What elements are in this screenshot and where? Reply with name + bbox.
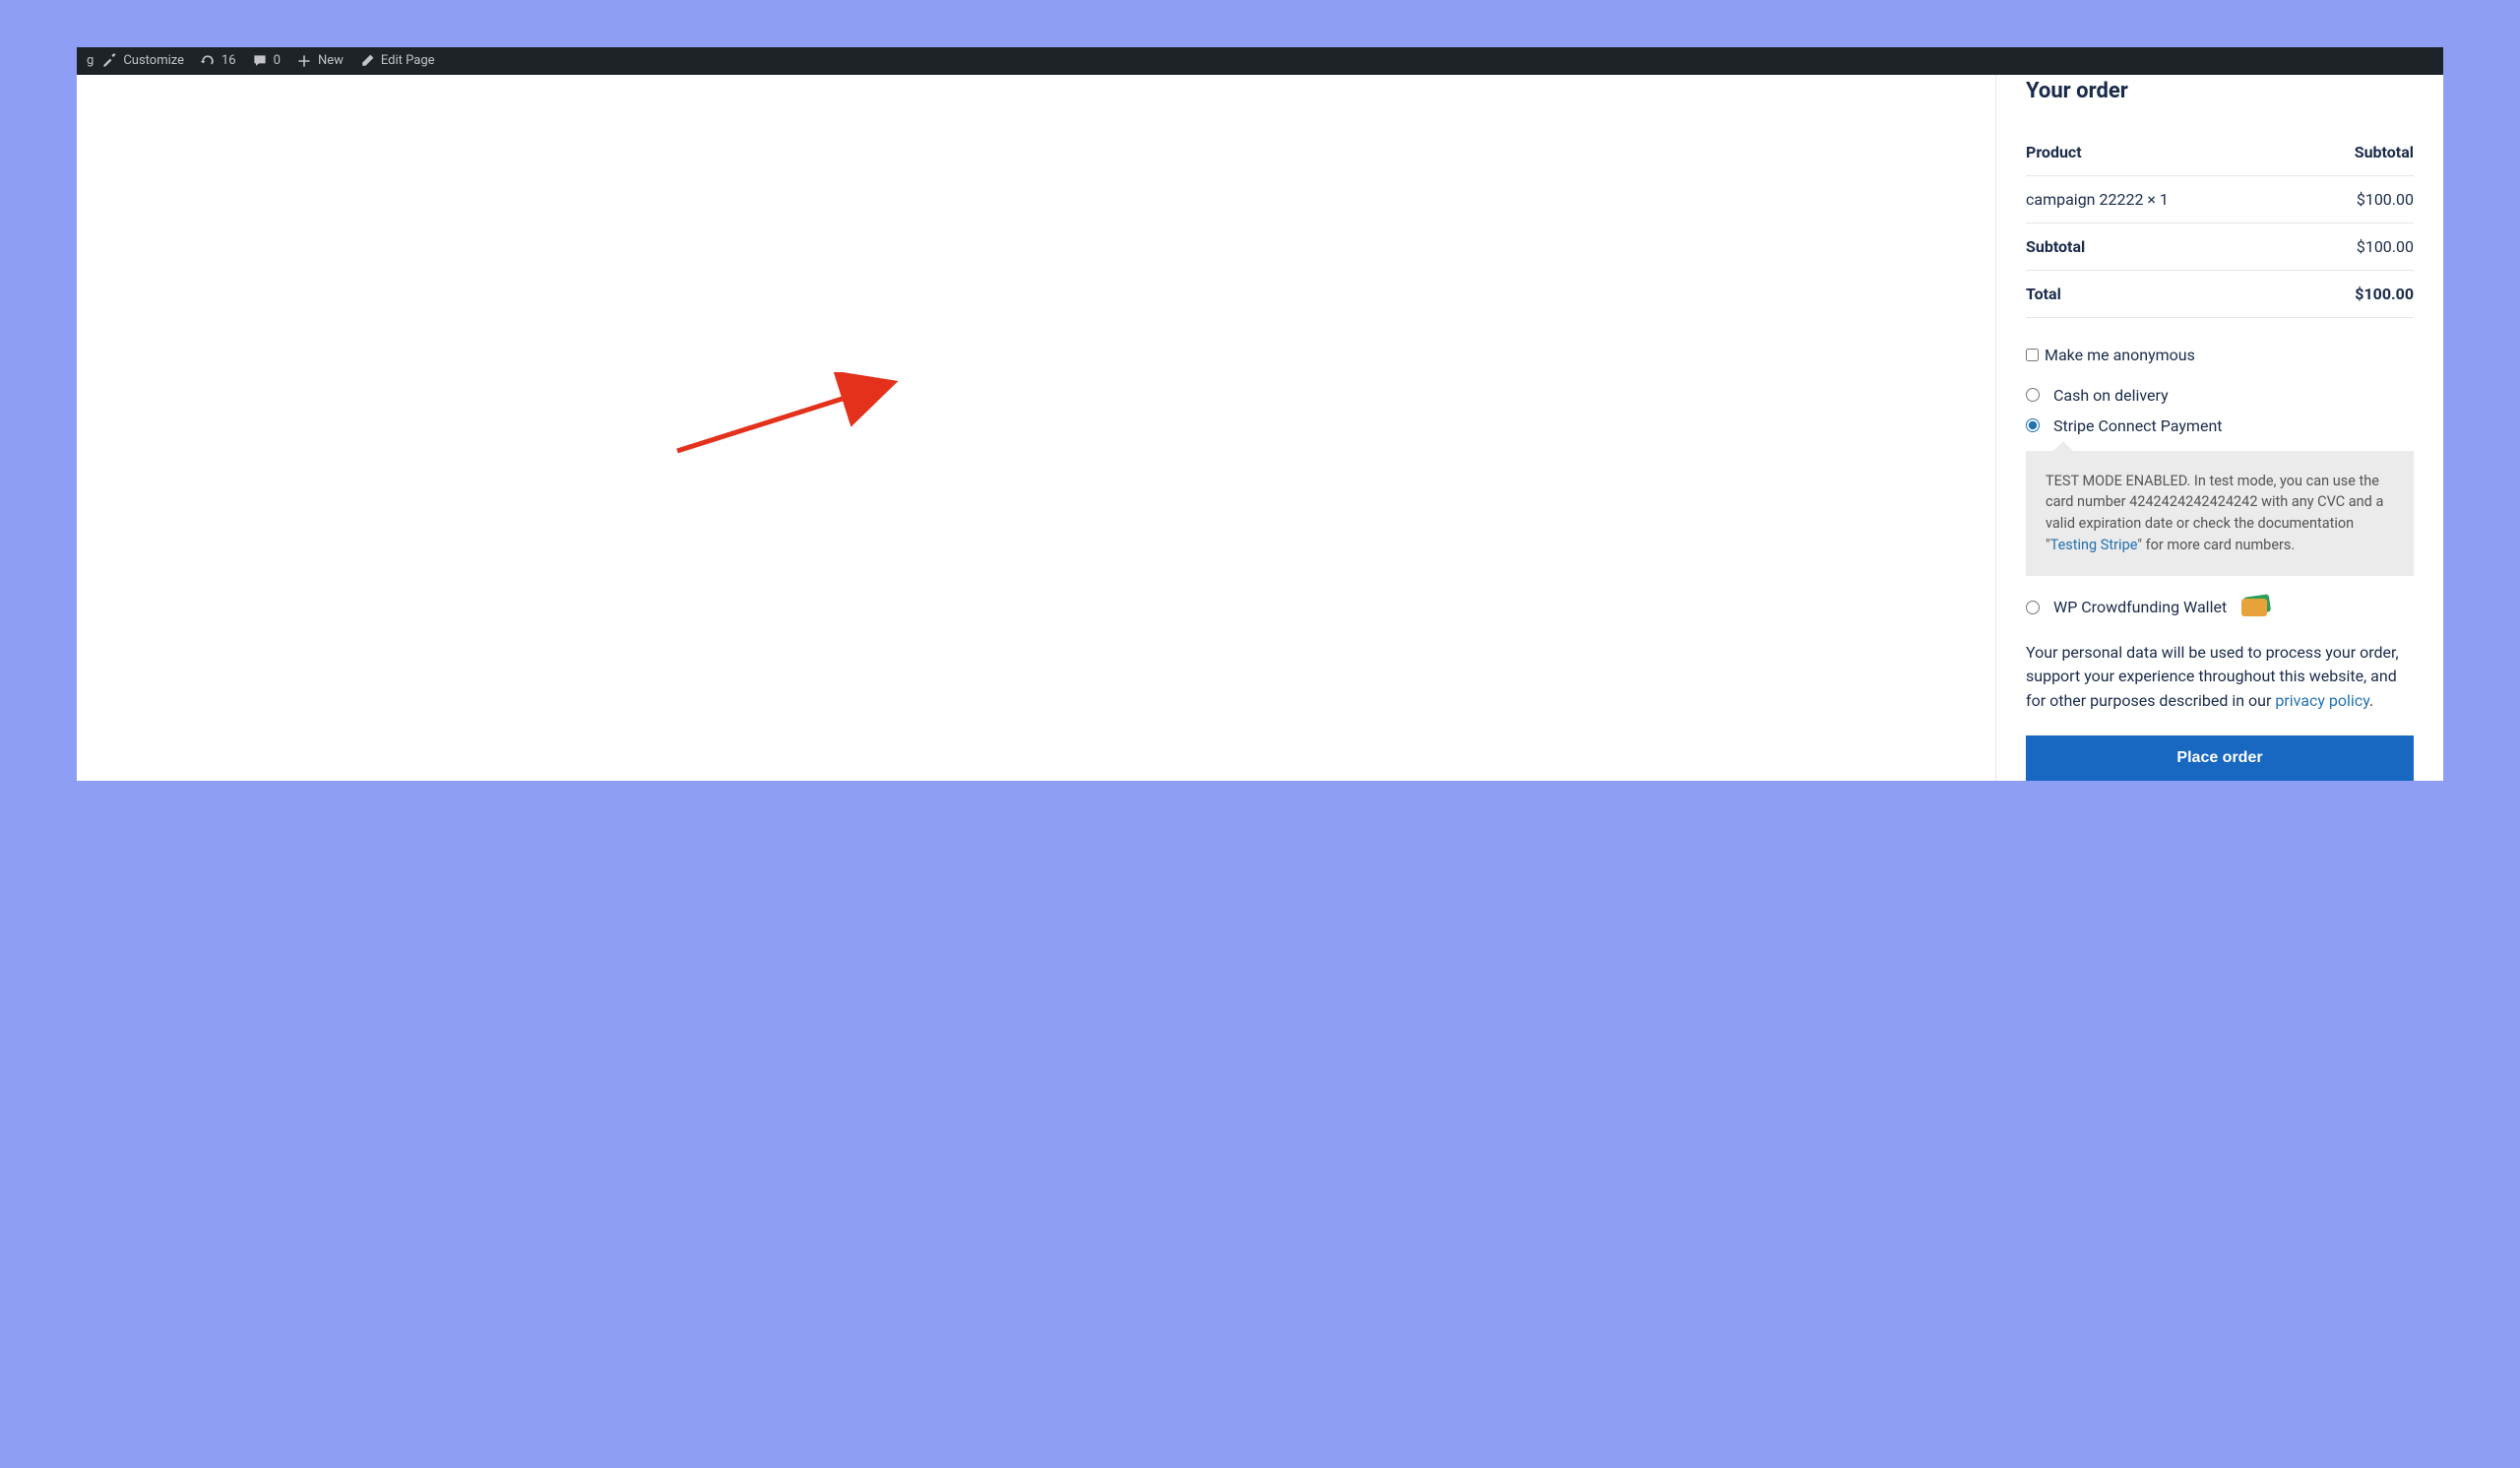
refresh-button[interactable]: 16: [192, 47, 244, 75]
privacy-after: .: [2369, 691, 2373, 710]
col-product: Product: [2026, 129, 2300, 176]
pencil-icon: [359, 53, 375, 69]
refresh-icon: [200, 53, 216, 69]
radio-cod[interactable]: [2026, 388, 2040, 402]
order-sidebar: Your order Product Subtotal campaign 222…: [1995, 75, 2443, 781]
subtotal-value: $100.00: [2300, 223, 2414, 270]
wp-admin-bar: g Customize 16 0 New Edit Page: [77, 47, 2443, 75]
table-row: Subtotal $100.00: [2026, 223, 2414, 270]
stripe-info-box: TEST MODE ENABLED. In test mode, you can…: [2026, 451, 2414, 576]
testing-stripe-link[interactable]: Testing Stripe: [2050, 537, 2138, 553]
line-item-price: $100.00: [2300, 175, 2414, 223]
place-order-button[interactable]: Place order: [2026, 735, 2414, 781]
new-button[interactable]: New: [288, 47, 351, 75]
page-body: Your order Product Subtotal campaign 222…: [77, 75, 2443, 781]
order-table: Product Subtotal campaign 22222 × 1 $100…: [2026, 129, 2414, 318]
anonymous-label: Make me anonymous: [2045, 346, 2195, 364]
anonymous-row: Make me anonymous: [2026, 346, 2414, 364]
line-item-name: campaign 22222 × 1: [2026, 175, 2300, 223]
payment-methods: Cash on delivery Stripe Connect Payment …: [2026, 380, 2414, 625]
truncated-label: g: [85, 53, 94, 68]
checkout-left-area: [77, 75, 1995, 781]
refresh-count: 16: [221, 53, 236, 68]
cod-label: Cash on delivery: [2053, 386, 2169, 405]
payment-option-stripe[interactable]: Stripe Connect Payment: [2026, 411, 2414, 441]
comments-button[interactable]: 0: [244, 47, 288, 75]
radio-wallet[interactable]: [2026, 601, 2040, 614]
order-title: Your order: [2026, 79, 2414, 103]
subtotal-label: Subtotal: [2026, 223, 2300, 270]
table-row: campaign 22222 × 1 $100.00: [2026, 175, 2414, 223]
edit-page-button[interactable]: Edit Page: [351, 47, 443, 75]
col-subtotal: Subtotal: [2300, 129, 2414, 176]
comment-icon: [252, 53, 268, 69]
privacy-policy-link[interactable]: privacy policy: [2275, 691, 2369, 710]
stripe-info-after: " for more card numbers.: [2137, 537, 2295, 553]
payment-option-cod[interactable]: Cash on delivery: [2026, 380, 2414, 411]
brush-icon: [101, 53, 117, 69]
customize-button[interactable]: Customize: [94, 47, 192, 75]
wallet-label: WP Crowdfunding Wallet: [2053, 598, 2227, 616]
wallet-icon: [2240, 596, 2270, 619]
privacy-text: Your personal data will be used to proce…: [2026, 641, 2414, 714]
customize-label: Customize: [123, 53, 184, 68]
total-label: Total: [2026, 270, 2300, 317]
total-value: $100.00: [2300, 270, 2414, 317]
anonymous-checkbox[interactable]: [2026, 349, 2039, 361]
comment-count: 0: [274, 53, 281, 68]
edit-page-label: Edit Page: [381, 53, 435, 68]
plus-icon: [296, 53, 312, 69]
table-row: Total $100.00: [2026, 270, 2414, 317]
new-label: New: [318, 53, 344, 68]
stripe-label: Stripe Connect Payment: [2053, 416, 2223, 435]
browser-frame: g Customize 16 0 New Edit Page Your orde…: [77, 47, 2443, 781]
payment-option-wallet[interactable]: WP Crowdfunding Wallet: [2026, 590, 2414, 625]
radio-stripe[interactable]: [2026, 418, 2040, 432]
